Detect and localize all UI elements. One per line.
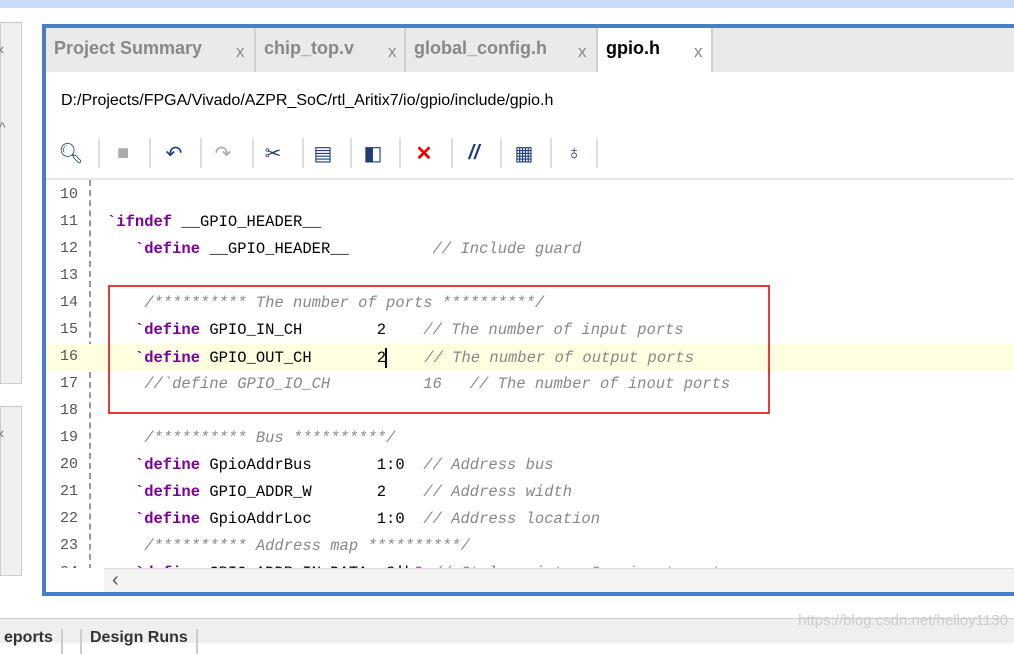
- code-token: GpioAddrLoc 1:0: [200, 510, 424, 528]
- code-line[interactable]: 12 `define __GPIO_HEADER__ // Include gu…: [46, 236, 1014, 263]
- line-number: 20: [59, 456, 78, 473]
- close-icon[interactable]: ‹: [0, 41, 4, 59]
- cut-icon[interactable]: ✂: [258, 138, 288, 168]
- file-path: D:/Projects/FPGA/Vivado/AZPR_SoC/rtl_Ari…: [61, 92, 554, 109]
- close-tab-icon[interactable]: x: [694, 42, 703, 62]
- scroll-left-icon[interactable]: ‹: [112, 569, 119, 592]
- left-panel-collapsed-2[interactable]: ‹: [0, 406, 22, 576]
- code-line[interactable]: 10: [46, 182, 1014, 209]
- tab-design-runs[interactable]: Design Runs: [80, 629, 198, 654]
- tab-chip-top[interactable]: chip_top.v x: [256, 28, 406, 72]
- keyword: `define: [134, 456, 201, 474]
- keyword: `define: [134, 240, 201, 258]
- comment: /********** Bus **********/: [107, 429, 396, 447]
- keyword: `ifndef: [107, 213, 173, 231]
- left-panel-collapsed[interactable]: ‹ ^: [0, 22, 22, 384]
- code-token: GpioAddrBus 1:0: [200, 456, 424, 474]
- line-number: 11: [59, 213, 78, 230]
- code-line[interactable]: 19 /********** Bus **********/: [46, 425, 1014, 452]
- paste-icon[interactable]: ◧: [358, 138, 388, 168]
- save-icon[interactable]: ■: [108, 138, 138, 168]
- tab-global-config[interactable]: global_config.h x: [406, 28, 598, 72]
- window-top-bar: [0, 0, 1014, 8]
- code-token: GPIO_ADDR_W 2: [200, 483, 424, 501]
- lightbulb-icon[interactable]: ♁: [559, 138, 589, 168]
- line-number: 16: [59, 348, 78, 365]
- editor-tabs: Project Summary x chip_top.v x global_conf…: [46, 28, 1014, 72]
- code-text: `define GPIO_ADDR_W 2 // Address width: [107, 483, 572, 501]
- scroll-up-icon[interactable]: ^: [0, 119, 6, 135]
- block-icon[interactable]: ▦: [509, 138, 539, 168]
- line-number: 23: [59, 537, 78, 554]
- line-number: 21: [59, 483, 78, 500]
- line-number: 24: [46, 564, 78, 568]
- tab-label: gpio.h: [606, 38, 660, 58]
- tab-project-summary[interactable]: Project Summary x: [46, 28, 256, 72]
- line-number: 22: [59, 510, 78, 527]
- tab-label: global_config.h: [414, 38, 547, 58]
- code-text: `define GpioAddrBus 1:0 // Address bus: [107, 456, 554, 474]
- comment: // Include guard: [432, 240, 582, 258]
- close-tab-icon[interactable]: x: [236, 42, 245, 62]
- code-token: __GPIO_HEADER__: [172, 213, 321, 231]
- search-icon[interactable]: 🔍︎: [56, 138, 86, 168]
- line-number: 14: [59, 294, 78, 311]
- line-number: 18: [59, 402, 78, 419]
- editor-window: Project Summary x chip_top.v x global_conf…: [42, 24, 1014, 596]
- close-icon[interactable]: ‹: [0, 425, 4, 443]
- highlight-annotation-box: [108, 285, 770, 414]
- code-line[interactable]: 20 `define GpioAddrBus 1:0 // Address bu…: [46, 452, 1014, 479]
- code-text: `ifndef __GPIO_HEADER__: [107, 213, 321, 231]
- tab-reports[interactable]: eports: [0, 629, 63, 654]
- tab-gpio-h[interactable]: gpio.h x: [598, 28, 713, 72]
- code-text: /********** Bus **********/: [107, 429, 395, 447]
- copy-icon[interactable]: ▤: [308, 138, 338, 168]
- comment: // Address width: [423, 483, 573, 501]
- code-line[interactable]: 11 `ifndef __GPIO_HEADER__: [46, 209, 1014, 236]
- line-number: 15: [59, 321, 78, 338]
- code-line[interactable]: 22 `define GpioAddrLoc 1:0 // Address lo…: [46, 506, 1014, 533]
- code-line[interactable]: 21 `define GPIO_ADDR_W 2 // Address widt…: [46, 479, 1014, 506]
- close-tab-icon[interactable]: x: [388, 42, 397, 62]
- undo-icon[interactable]: ↶: [159, 138, 189, 168]
- code-text: `define __GPIO_HEADER__ // Include guard: [107, 240, 582, 258]
- tab-label: Project Summary: [54, 38, 203, 58]
- code-token: __GPIO_HEADER__: [200, 240, 433, 258]
- line-number: 17: [59, 375, 78, 392]
- close-tab-icon[interactable]: x: [578, 42, 587, 62]
- code-line[interactable]: 24 `define GPIO_ADDR_IN_DATA 2'h0 // Ctr…: [46, 560, 1014, 568]
- keyword: `define: [134, 510, 201, 528]
- line-number: 13: [59, 267, 78, 284]
- line-number: 12: [59, 240, 78, 257]
- delete-icon[interactable]: ✕: [409, 138, 439, 168]
- code-line[interactable]: 23 /********** Address map **********/: [46, 533, 1014, 560]
- horizontal-scrollbar[interactable]: ‹: [104, 568, 1014, 592]
- editor-toolbar: 🔍︎ ■ ↶ ↷ ✂ ▤ ◧ ✕ // ▦ ♁: [46, 132, 1014, 174]
- line-number: 10: [59, 186, 78, 203]
- line-number: 19: [59, 429, 78, 446]
- keyword: `define: [134, 483, 201, 501]
- comment-icon[interactable]: //: [459, 138, 489, 168]
- code-text: `define GpioAddrLoc 1:0 // Address locat…: [107, 510, 600, 528]
- comment: // Address bus: [423, 456, 554, 474]
- code-text: /********** Address map **********/: [107, 537, 470, 555]
- comment: /********** Address map **********/: [107, 537, 470, 555]
- watermark: https://blog.csdn.net/helloy1130: [798, 612, 1008, 629]
- comment: // Address location: [423, 510, 601, 528]
- tab-label: chip_top.v: [264, 38, 355, 58]
- redo-icon[interactable]: ↷: [208, 138, 238, 168]
